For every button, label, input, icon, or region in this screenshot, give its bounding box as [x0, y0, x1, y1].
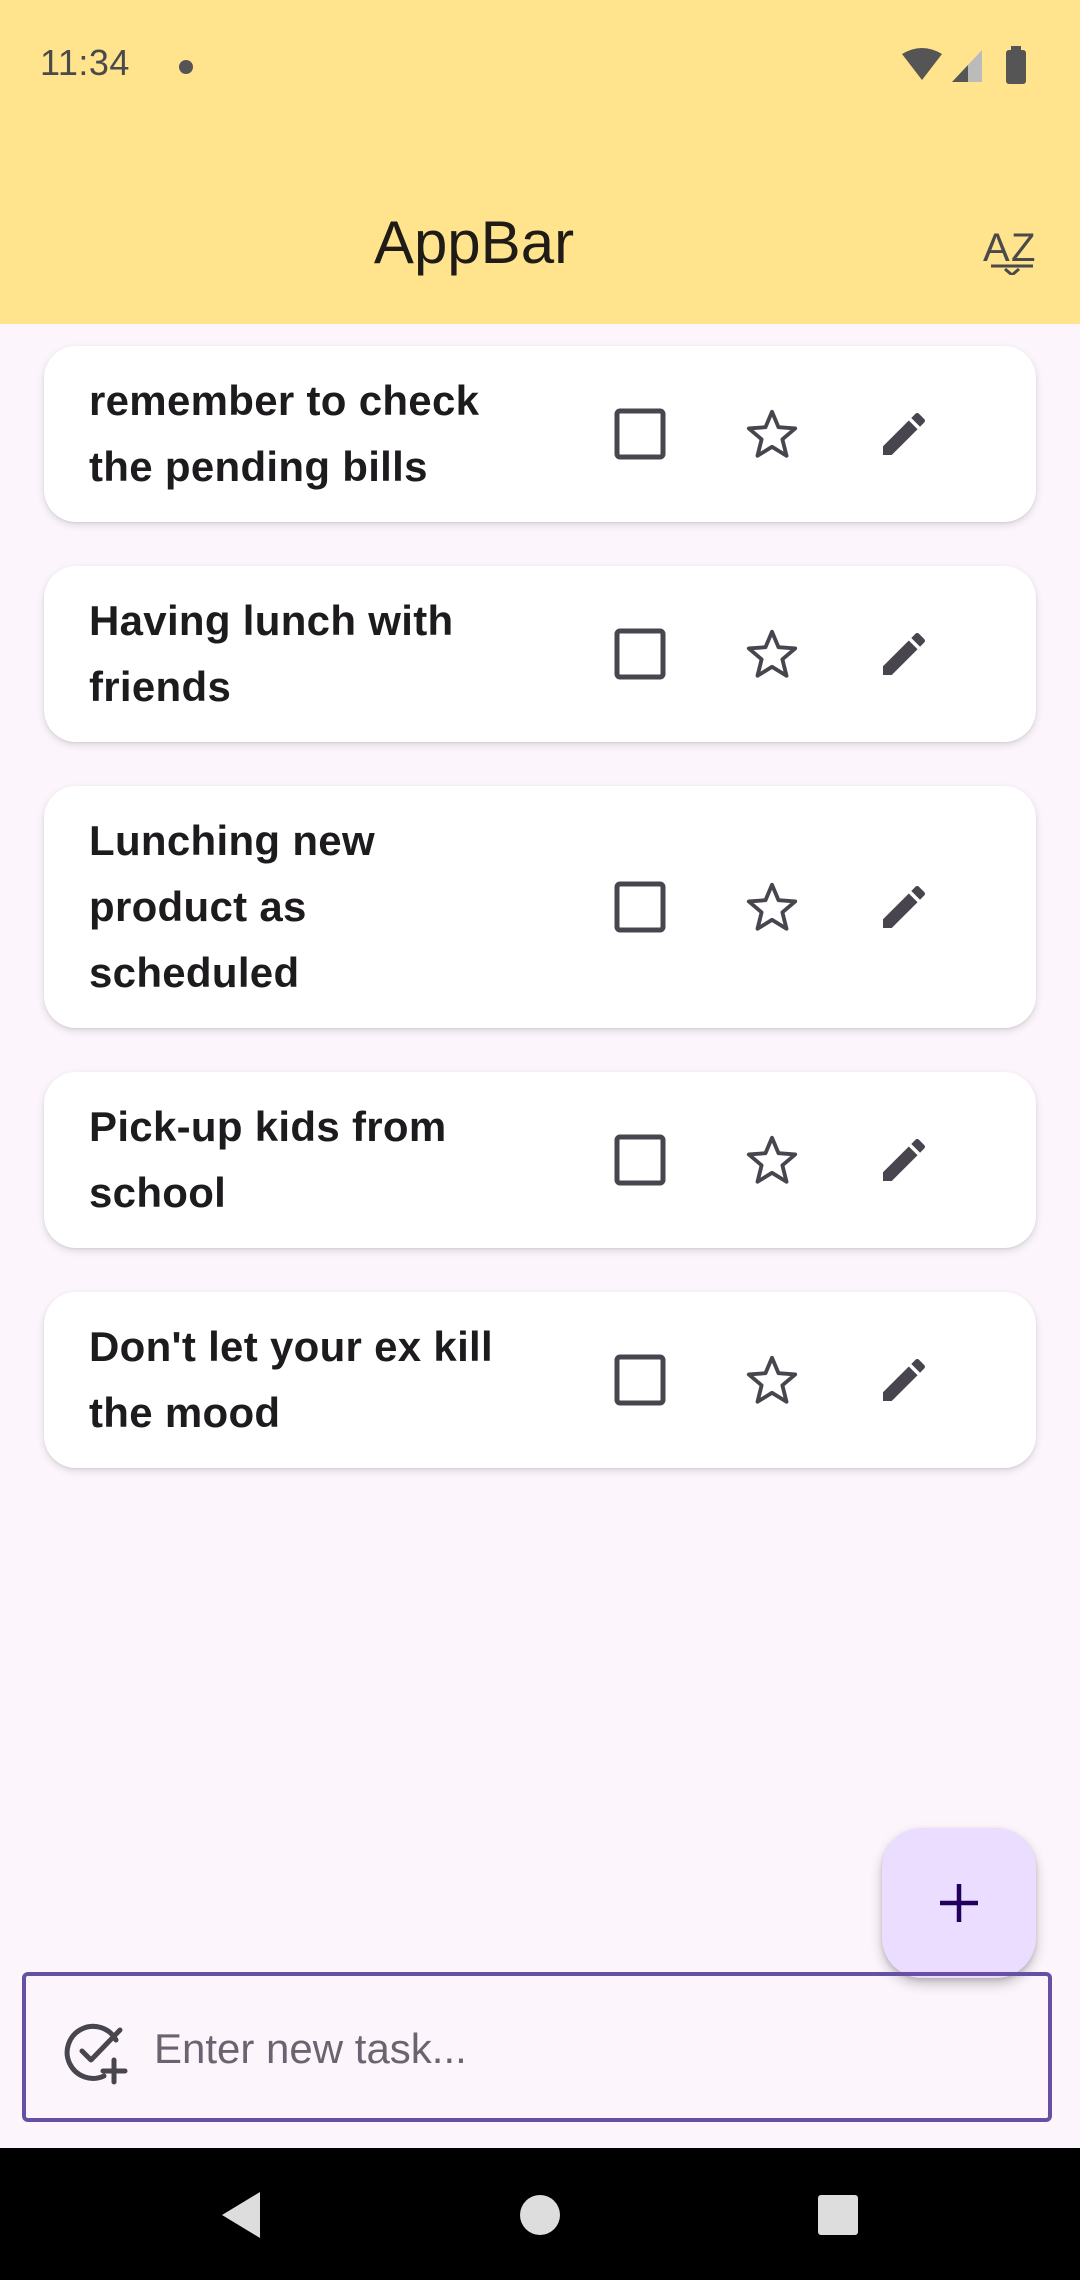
nav-recents-button[interactable]	[803, 2180, 873, 2250]
checkbox-icon	[614, 881, 666, 933]
add-task-icon	[64, 2023, 128, 2085]
recents-icon	[818, 2195, 858, 2235]
new-task-input[interactable]	[152, 1996, 1016, 2102]
sort-alpha-icon: A Z	[983, 226, 1035, 275]
new-task-field[interactable]	[22, 1972, 1052, 2122]
task-card[interactable]: Having lunch with friends	[44, 566, 1036, 742]
task-checkbox[interactable]	[600, 1340, 680, 1420]
status-time: 11:34	[40, 42, 130, 83]
favorite-button[interactable]	[732, 1120, 812, 1200]
page-title: AppBar	[373, 209, 575, 276]
pencil-icon	[883, 885, 926, 928]
sort-button[interactable]: A Z	[974, 212, 1054, 282]
edit-button[interactable]	[864, 867, 944, 947]
star-outline-icon	[746, 409, 798, 458]
task-text: Pick-up kids from school	[89, 1103, 447, 1216]
plus-icon	[940, 1884, 978, 1922]
task-checkbox[interactable]	[600, 867, 680, 947]
task-card[interactable]: Don't let your ex kill the mood	[44, 1292, 1036, 1468]
pencil-icon	[883, 1138, 926, 1181]
star-outline-icon	[746, 629, 798, 678]
edit-button[interactable]	[864, 614, 944, 694]
app-bar: 11:34 AppBar A Z	[0, 0, 1080, 324]
favorite-button[interactable]	[732, 394, 812, 474]
favorite-button[interactable]	[732, 867, 812, 947]
status-icons	[900, 46, 1040, 86]
pencil-icon	[883, 632, 926, 675]
back-icon	[222, 2192, 260, 2238]
notification-dot-icon	[179, 60, 193, 74]
task-checkbox[interactable]	[600, 394, 680, 474]
star-outline-icon	[746, 1355, 798, 1404]
task-text: Don't let your ex kill the mood	[89, 1323, 494, 1436]
checkbox-icon	[614, 1354, 666, 1406]
task-card[interactable]: remember to check the pending bills	[44, 346, 1036, 522]
star-outline-icon	[746, 1135, 798, 1184]
favorite-button[interactable]	[732, 614, 812, 694]
task-text: Having lunch with friends	[89, 597, 454, 710]
add-task-fab[interactable]	[882, 1828, 1036, 1978]
home-icon	[520, 2195, 560, 2235]
task-card[interactable]: Pick-up kids from school	[44, 1072, 1036, 1248]
pencil-icon	[883, 412, 926, 455]
system-nav-bar	[0, 2148, 1080, 2280]
nav-home-button[interactable]	[505, 2180, 575, 2250]
task-text: remember to check the pending bills	[89, 377, 480, 490]
checkbox-icon	[614, 408, 666, 460]
edit-button[interactable]	[864, 1340, 944, 1420]
nav-back-button[interactable]	[206, 2180, 276, 2250]
svg-text:A: A	[983, 226, 1010, 270]
checkbox-icon	[614, 1134, 666, 1186]
favorite-button[interactable]	[732, 1340, 812, 1420]
star-outline-icon	[746, 882, 798, 931]
task-checkbox[interactable]	[600, 1120, 680, 1200]
task-card[interactable]: Lunching new product as scheduled	[44, 786, 1036, 1028]
task-text: Lunching new product as scheduled	[89, 817, 375, 996]
task-checkbox[interactable]	[600, 614, 680, 694]
wifi-signal-battery-icons	[902, 46, 1026, 84]
edit-button[interactable]	[864, 1120, 944, 1200]
checkbox-icon	[614, 628, 666, 680]
pencil-icon	[883, 1358, 926, 1401]
edit-button[interactable]	[864, 394, 944, 474]
svg-text:Z: Z	[1011, 226, 1035, 270]
